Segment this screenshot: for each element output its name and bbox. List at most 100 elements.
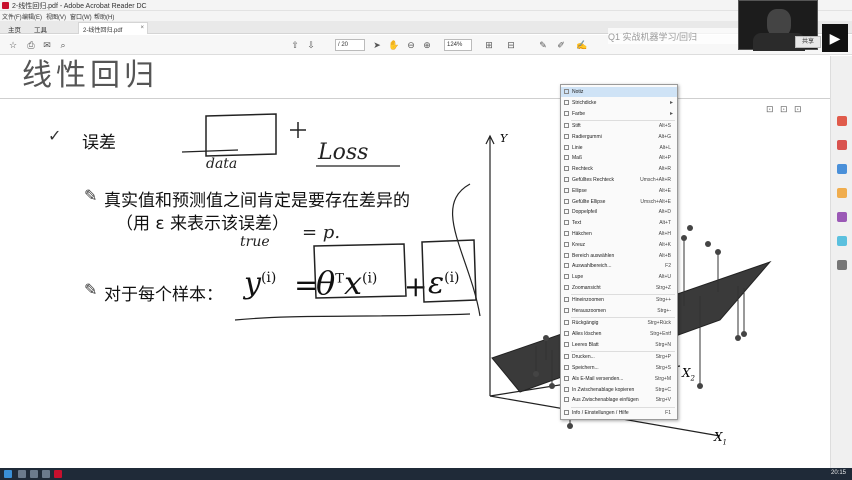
menu-file[interactable]: 文件(F) xyxy=(2,12,22,21)
zoom-out-icon[interactable]: ⊖ xyxy=(406,40,416,50)
context-menu-item[interactable]: Maß Alt+P xyxy=(561,153,677,163)
menu-item-icon xyxy=(564,230,569,236)
context-menu-item[interactable]: Auswahlbereich... F2 xyxy=(561,261,677,271)
menu-view[interactable]: 视图(V) xyxy=(46,12,66,21)
page-down-icon[interactable]: ⇩ xyxy=(306,40,316,50)
menu-item-icon xyxy=(564,263,569,269)
start-icon[interactable] xyxy=(4,470,12,478)
highlight-icon[interactable]: ✐ xyxy=(556,40,566,50)
context-menu-item[interactable]: Ellipse Alt+E xyxy=(561,186,677,196)
menu-help[interactable]: 帮助(H) xyxy=(94,12,114,21)
menu-item-icon xyxy=(564,99,569,105)
data-point xyxy=(705,241,711,247)
organize-icon[interactable] xyxy=(837,212,847,222)
context-menu-item[interactable]: Doppelpfeil Alt+D xyxy=(561,207,677,217)
context-menu-item[interactable]: Herauszoomen Strg+- xyxy=(561,306,677,316)
context-menu-item[interactable]: Rückgängig Strg+Rück xyxy=(561,318,677,328)
menu-edit[interactable]: 编辑(E) xyxy=(22,12,42,21)
tab-document[interactable]: 2-线性回归.pdf × xyxy=(78,22,148,34)
search-icon[interactable]: ⌕ xyxy=(58,40,68,50)
share-button[interactable]: 共享 xyxy=(795,36,821,48)
context-menu-item[interactable]: Farbe ▸ xyxy=(561,109,677,119)
sign-icon[interactable]: ✍ xyxy=(576,40,587,50)
context-menu-item[interactable]: Hineinzoomen Strg++ xyxy=(561,295,677,305)
menu-item-label: Als E-Mail versenden... xyxy=(572,375,624,382)
context-menu: Notiz Strichdicke ▸ Farbe ▸ Stift Alt+S Radierg… xyxy=(560,84,678,420)
edit-pdf-icon[interactable] xyxy=(837,164,847,174)
tab-home[interactable]: 主页 xyxy=(4,22,25,34)
menu-item-shortcut: Strg+Z xyxy=(655,284,671,291)
context-menu-item[interactable]: Gefüllte Ellipse Umsch+Alt+E xyxy=(561,197,677,207)
context-menu-item[interactable]: Kreuz Alt+K xyxy=(561,240,677,250)
close-tab-icon[interactable]: × xyxy=(140,25,144,31)
annotation-tool-icon-3[interactable]: ⊡ xyxy=(794,104,802,115)
menu-item-icon xyxy=(564,110,569,116)
submenu-arrow-icon: ▸ xyxy=(669,99,673,106)
context-menu-item[interactable]: Notiz xyxy=(561,87,677,97)
context-menu-item[interactable]: Leeres Blatt Strg+N xyxy=(561,340,677,350)
axis-x1-label: X1 xyxy=(714,430,727,446)
annotation-tool-icon[interactable]: ⊡ xyxy=(766,104,774,115)
page-number-field[interactable]: / 20 xyxy=(335,39,365,51)
axis-x1-subscript: 1 xyxy=(722,438,728,447)
annotation-tool-icon-2[interactable]: ⊡ xyxy=(780,104,788,115)
context-menu-item[interactable]: Aus Zwischenablage einfügen Strg+V xyxy=(561,395,677,405)
tab-tools[interactable]: 工具 xyxy=(30,22,51,34)
menubar: 文件(F) 编辑(E) 视图(V) 窗口(W) 帮助(H) xyxy=(0,11,852,21)
menu-item-shortcut: Strg+V xyxy=(655,397,671,404)
print-icon[interactable]: ⎙ xyxy=(26,40,36,50)
more-tools-icon[interactable] xyxy=(837,260,847,270)
menu-item-label: Radiergummi xyxy=(572,133,602,140)
play-icon[interactable]: ▶ xyxy=(822,24,848,52)
context-menu-item[interactable]: Radiergummi Alt+G xyxy=(561,132,677,142)
taskbar-acrobat-icon[interactable] xyxy=(54,470,62,478)
taskbar-app-icon[interactable] xyxy=(18,470,26,478)
axis-x2-letter: X xyxy=(682,366,691,380)
menu-item-label: In Zwischenablage kopieren xyxy=(572,386,635,393)
context-menu-item[interactable]: Als E-Mail versenden... Strg+M xyxy=(561,374,677,384)
context-menu-item[interactable]: Zoomansicht Strg+Z xyxy=(561,283,677,293)
context-menu-item[interactable]: Lupe Alt+U xyxy=(561,272,677,282)
context-menu-item[interactable]: Stift Alt+S xyxy=(561,121,677,131)
context-menu-item[interactable]: Gefülltes Rechteck Umsch+Alt+R xyxy=(561,175,677,185)
context-menu-item[interactable]: In Zwischenablage kopieren Strg+C xyxy=(561,385,677,395)
comment-tool-icon[interactable] xyxy=(837,188,847,198)
data-point xyxy=(741,331,747,337)
context-menu-item[interactable]: Häkchen Alt+H xyxy=(561,229,677,239)
menu-item-label: Zoomansicht xyxy=(572,284,601,291)
menu-window[interactable]: 窗口(W) xyxy=(70,12,92,21)
zoom-select[interactable]: 124% xyxy=(444,39,472,51)
hand-tool-icon[interactable]: ✋ xyxy=(388,40,399,50)
menu-item-shortcut: F2 xyxy=(665,263,671,270)
context-menu-item[interactable]: Strichdicke ▸ xyxy=(561,98,677,108)
context-menu-item[interactable]: Bereich auswählen Alt+B xyxy=(561,251,677,261)
zoom-in-icon[interactable]: ⊕ xyxy=(422,40,432,50)
star-icon[interactable]: ☆ xyxy=(8,40,18,50)
fill-sign-icon[interactable] xyxy=(837,236,847,246)
context-menu-item[interactable]: Alles löschen Strg+Entf xyxy=(561,329,677,339)
menu-item-label: Häkchen xyxy=(572,230,592,237)
comment-icon[interactable]: ✎ xyxy=(538,40,548,50)
context-menu-item[interactable]: Drucken... Strg+P xyxy=(561,352,677,362)
axis-x2-subscript: 2 xyxy=(690,374,696,383)
handwritten-underline xyxy=(181,149,239,153)
context-menu-item[interactable]: Text Alt+T xyxy=(561,218,677,228)
data-point xyxy=(533,371,539,377)
taskbar-app-icon-2[interactable] xyxy=(30,470,38,478)
email-icon[interactable]: ✉ xyxy=(42,40,52,50)
context-menu-item[interactable]: Linie Alt+L xyxy=(561,143,677,153)
menu-item-shortcut: Strg+Rück xyxy=(647,320,671,327)
menu-item-label: Alles löschen xyxy=(572,331,602,338)
context-menu-item[interactable]: Rechteck Alt+R xyxy=(561,164,677,174)
select-cursor-icon[interactable]: ➤ xyxy=(372,40,382,50)
fit-page-icon[interactable]: ⊞ xyxy=(484,40,494,50)
menu-item-shortcut: Alt+R xyxy=(658,166,671,173)
scroll-mode-icon[interactable]: ⊟ xyxy=(506,40,516,50)
taskbar-app-icon-3[interactable] xyxy=(42,470,50,478)
right-sidebar xyxy=(830,56,852,468)
page-up-icon[interactable]: ⇧ xyxy=(290,40,300,50)
context-menu-item[interactable]: Info / Einstellungen / Hilfe F1 xyxy=(561,408,677,418)
export-pdf-icon[interactable] xyxy=(837,116,847,126)
context-menu-item[interactable]: Speichern... Strg+S xyxy=(561,363,677,373)
create-pdf-icon[interactable] xyxy=(837,140,847,150)
